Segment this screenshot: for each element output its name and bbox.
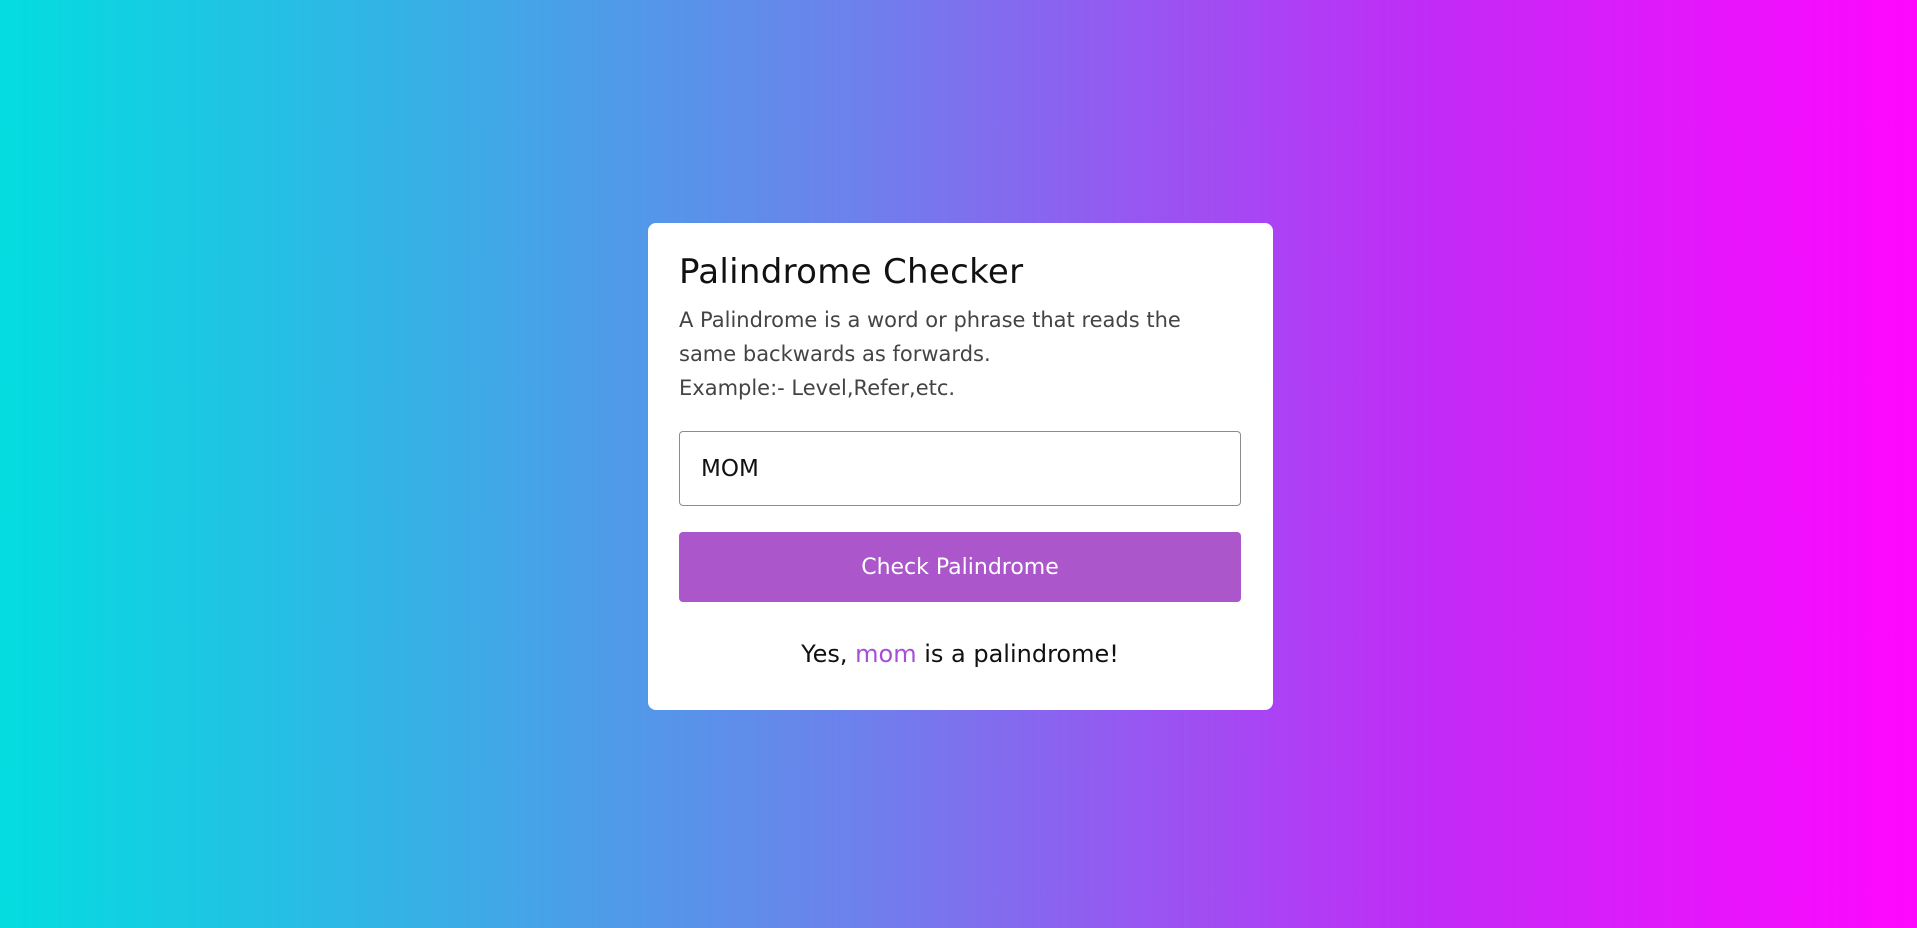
result-prefix: Yes,: [801, 640, 848, 668]
result-word: mom: [855, 640, 917, 668]
result-suffix: is a palindrome!: [924, 640, 1119, 668]
example-text: Example:- Level,Refer,etc.: [679, 376, 956, 400]
page-title: Palindrome Checker: [679, 252, 1024, 292]
palindrome-card: Palindrome Checker A Palindrome is a wor…: [648, 223, 1273, 710]
description-text: A Palindrome is a word or phrase that re…: [679, 308, 1181, 366]
check-palindrome-button[interactable]: Check Palindrome: [679, 532, 1241, 602]
description: A Palindrome is a word or phrase that re…: [679, 303, 1242, 405]
palindrome-input[interactable]: [679, 431, 1241, 506]
result-message: Yes, mom is a palindrome!: [679, 638, 1241, 670]
